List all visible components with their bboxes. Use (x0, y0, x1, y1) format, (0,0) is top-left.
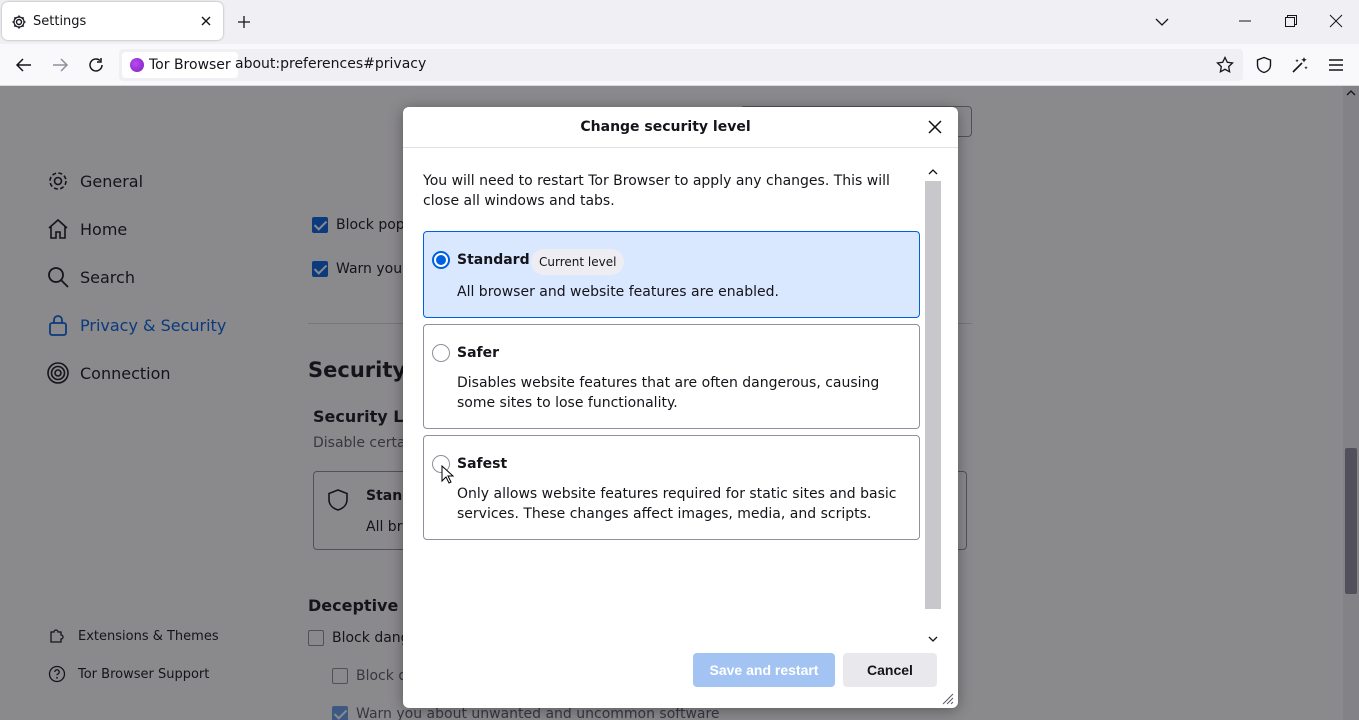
dialog-scrollbar[interactable] (924, 165, 942, 647)
back-icon[interactable] (15, 56, 33, 74)
chevron-down-icon[interactable] (1154, 14, 1170, 30)
dialog-description: You will need to restart Tor Browser to … (423, 173, 890, 209)
resize-grip-icon[interactable] (940, 691, 954, 705)
dialog-title: Change security level (580, 119, 751, 135)
menu-icon[interactable] (1327, 56, 1345, 74)
dialog-separator (403, 147, 958, 148)
chevron-up-icon[interactable] (928, 168, 938, 176)
option-name: Safest (457, 456, 508, 472)
scrollbar-thumb[interactable] (925, 181, 941, 609)
option-safer[interactable]: Safer Disables website features that are… (423, 324, 920, 429)
bookmark-star-icon[interactable] (1216, 56, 1234, 74)
restore-icon[interactable] (1284, 14, 1298, 28)
option-desc: All browser and website features are ena… (457, 284, 779, 300)
tab-strip: Settings (0, 0, 1359, 44)
tab-settings[interactable]: Settings (2, 2, 223, 40)
window-close-icon[interactable] (1329, 14, 1343, 28)
option-standard[interactable]: Standard Current level All browser and w… (423, 231, 920, 318)
minimize-icon[interactable] (1238, 14, 1252, 28)
new-tab-icon[interactable] (236, 14, 252, 30)
option-desc: Only allows website features required fo… (457, 486, 897, 522)
identity-label: Tor Browser (149, 57, 231, 73)
reload-icon[interactable] (87, 56, 105, 74)
radio-standard[interactable] (432, 251, 450, 269)
save-and-restart-button[interactable]: Save and restart (693, 653, 835, 687)
option-name: Standard (457, 252, 530, 268)
option-name: Safer (457, 345, 500, 361)
url-bar[interactable]: Tor Browser about:preferences#privacy (119, 49, 1243, 81)
gear-icon (12, 15, 26, 29)
forward-icon[interactable] (51, 56, 69, 74)
chevron-down-icon[interactable] (928, 635, 938, 643)
tor-onion-icon (130, 58, 144, 72)
close-icon[interactable] (198, 13, 214, 29)
current-level-badge: Current level (531, 249, 625, 275)
option-safest[interactable]: Safest Only allows website features requ… (423, 435, 920, 540)
identity-box[interactable]: Tor Browser (122, 52, 238, 78)
cancel-button[interactable]: Cancel (843, 653, 937, 687)
url-text[interactable]: about:preferences#privacy (235, 56, 426, 72)
tab-title: Settings (33, 14, 87, 29)
nav-bar: Tor Browser about:preferences#privacy (0, 44, 1359, 86)
shield-icon[interactable] (1255, 56, 1273, 74)
mouse-cursor-icon (441, 465, 455, 484)
radio-safer[interactable] (432, 344, 450, 362)
option-desc: Disables website features that are often… (457, 375, 880, 411)
new-identity-icon[interactable] (1291, 56, 1309, 74)
close-icon[interactable] (927, 119, 943, 135)
security-level-dialog: Change security level You will need to r… (403, 107, 958, 708)
